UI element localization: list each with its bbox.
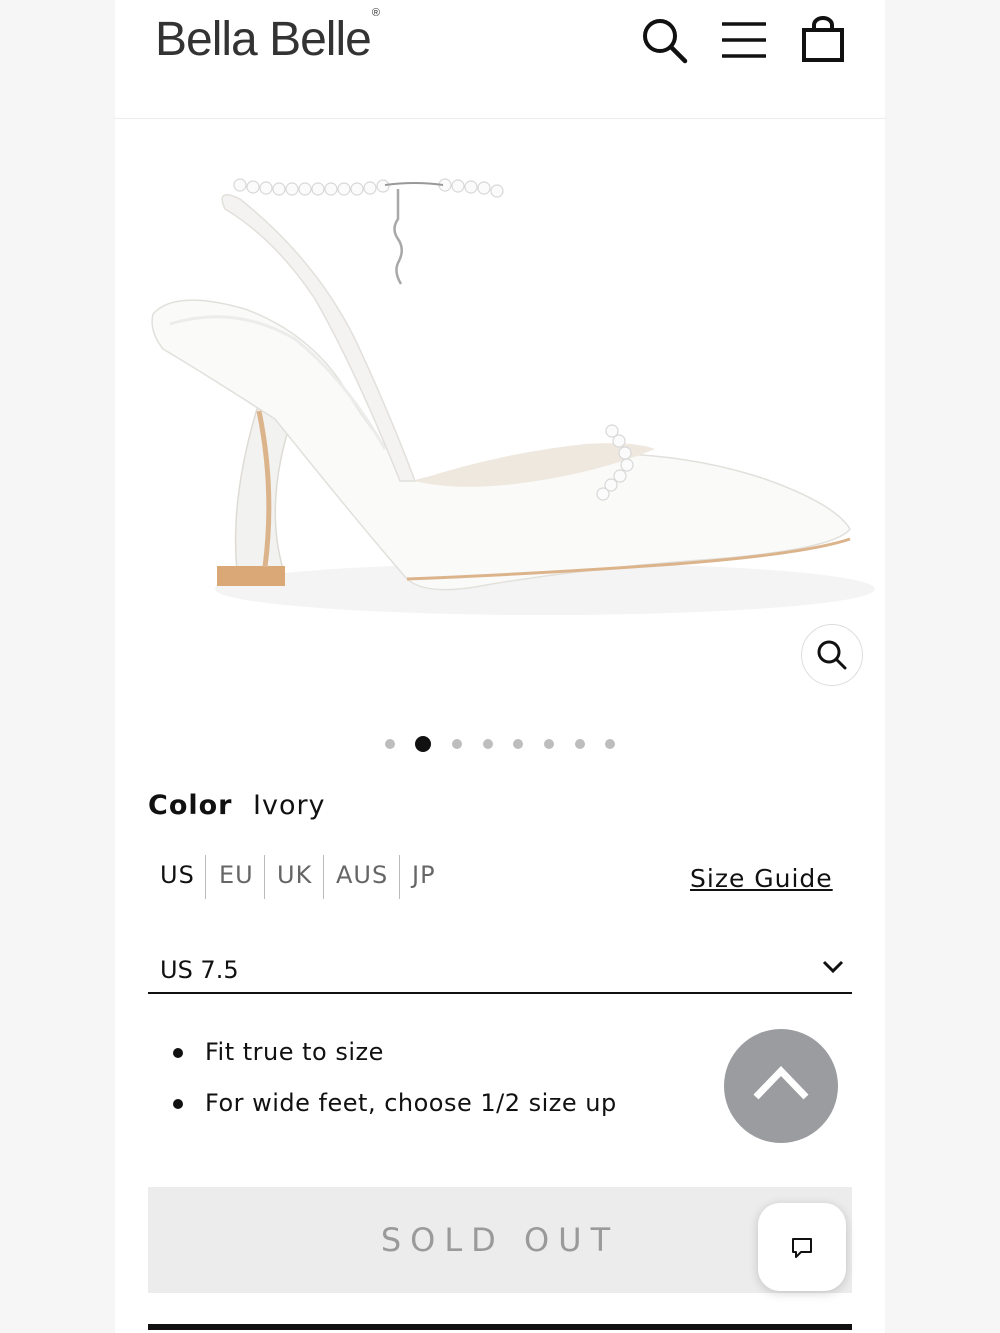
tab-aus[interactable]: AUS: [336, 861, 388, 889]
gallery-dot[interactable]: [544, 739, 554, 749]
chat-button[interactable]: [758, 1203, 846, 1291]
sold-out-button[interactable]: SOLD OUT: [148, 1187, 852, 1293]
size-guide-link[interactable]: Size Guide: [690, 864, 833, 893]
product-image[interactable]: [115, 119, 885, 719]
menu-icon[interactable]: [720, 16, 768, 64]
tab-jp[interactable]: JP: [412, 861, 436, 889]
color-label: Color: [148, 790, 233, 821]
fit-notes: Fit true to size For wide feet, choose 1…: [173, 1032, 617, 1134]
search-icon[interactable]: [640, 16, 688, 64]
brand-logo[interactable]: Bella Belle®: [155, 7, 380, 67]
size-select-value: US 7.5: [160, 956, 239, 984]
color-value: Ivory: [253, 790, 326, 821]
tab-divider: [205, 855, 206, 899]
tab-us[interactable]: US: [160, 861, 195, 889]
gallery-dot[interactable]: [513, 739, 523, 749]
zoom-icon: [817, 640, 847, 670]
brand-name: Bella Belle: [155, 13, 372, 66]
tab-uk[interactable]: UK: [277, 861, 312, 889]
gallery-dot-active[interactable]: [415, 736, 431, 752]
zoom-button[interactable]: [801, 624, 863, 686]
fit-note-item: For wide feet, choose 1/2 size up: [173, 1083, 617, 1134]
gallery-dot[interactable]: [605, 739, 615, 749]
fit-note-item: Fit true to size: [173, 1032, 617, 1083]
tab-divider: [399, 855, 400, 899]
gallery-dot[interactable]: [483, 739, 493, 749]
gallery-dot[interactable]: [575, 739, 585, 749]
chevron-up-icon: [753, 1065, 809, 1100]
gallery-dot[interactable]: [385, 739, 395, 749]
tab-divider: [264, 855, 265, 899]
scroll-to-top-button[interactable]: [724, 1029, 838, 1143]
product-page: Bella Belle® Color Ivory US EU UK AUS JP…: [115, 0, 885, 1333]
chevron-down-icon: [822, 960, 844, 974]
shoe-illustration: [151, 178, 875, 615]
cart-icon[interactable]: [800, 16, 848, 64]
size-select[interactable]: US 7.5: [148, 948, 852, 994]
color-selector: Color Ivory: [148, 790, 325, 821]
chat-icon: [792, 1238, 812, 1258]
tab-eu[interactable]: EU: [219, 861, 254, 889]
gallery-dot[interactable]: [452, 739, 462, 749]
bottom-button-edge: [148, 1324, 852, 1330]
tab-divider: [323, 855, 324, 899]
brand-registered-mark: ®: [371, 7, 380, 19]
site-header: Bella Belle®: [115, 0, 885, 119]
